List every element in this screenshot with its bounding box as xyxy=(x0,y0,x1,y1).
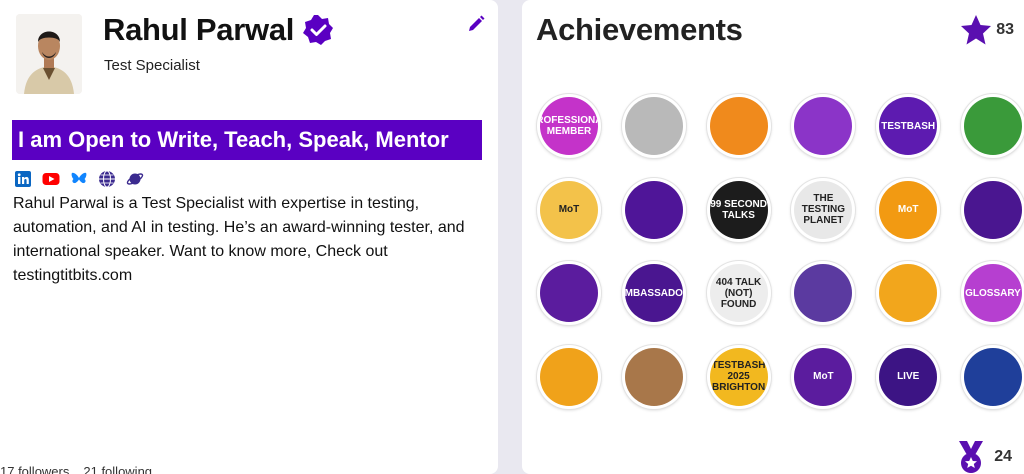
testbash-brighton-badge[interactable]: TESTBASH 2025 BRIGHTON xyxy=(706,344,771,409)
mot-phone-badge-icon: MoT xyxy=(879,180,938,239)
badge-label: MoT xyxy=(897,204,919,215)
testbash-brighton-badge-icon: TESTBASH 2025 BRIGHTON xyxy=(709,347,768,406)
badge-label: AMBASSADOR xyxy=(624,287,683,299)
eyes-badge-icon xyxy=(963,180,1022,239)
badge-label: MoT xyxy=(558,204,580,215)
ambassador-badge-icon: AMBASSADOR xyxy=(624,264,683,322)
reading-badge[interactable] xyxy=(960,94,1024,158)
social-links xyxy=(14,170,144,188)
newspaper-badge-icon xyxy=(540,264,598,322)
live-badge-icon: LIVE xyxy=(879,347,938,406)
mot-phone-badge[interactable]: MoT xyxy=(876,177,941,242)
mot-hand-badge[interactable]: MoT xyxy=(791,344,856,409)
404-talk-badge[interactable]: 404 TALK (NOT) FOUND xyxy=(706,261,771,325)
certification-mot-badge-icon: MoT xyxy=(540,180,598,239)
compass-badge[interactable] xyxy=(621,94,686,158)
certification-mot-badge[interactable]: MoT xyxy=(537,177,601,242)
badge-label: 99 SECOND TALKS xyxy=(710,198,767,221)
profile-name: Rahul Parwal xyxy=(103,12,295,47)
book-badge-icon xyxy=(794,97,853,155)
bug-badge-icon xyxy=(794,264,853,322)
badge-label: 404 TALK (NOT) FOUND xyxy=(715,276,762,310)
youtube-icon[interactable] xyxy=(42,170,60,188)
testbash-badge[interactable]: TESTBASH xyxy=(876,94,941,158)
live-badge[interactable]: LIVE xyxy=(876,344,941,409)
robot-badge-icon xyxy=(709,97,768,155)
glossary-badge-icon: GLOSSARY xyxy=(963,264,1022,322)
bookshelf-badge-icon xyxy=(879,264,938,322)
testbash-badge-icon: TESTBASH xyxy=(879,97,938,155)
sunglasses-badge[interactable] xyxy=(537,344,601,409)
badge-grid: PROFESSIONAL MEMBER TESTBASH MoT 99 SECOND … xyxy=(537,94,1024,409)
profile-card: Rahul Parwal Test Specialist I am Open t… xyxy=(0,0,498,474)
medal-count-value: 24 xyxy=(994,448,1012,465)
profile-bio: Rahul Parwal is a Test Specialist with e… xyxy=(13,195,465,284)
badge-label: LIVE xyxy=(897,371,920,382)
linkedin-icon[interactable] xyxy=(14,170,32,188)
sunglasses-badge-icon xyxy=(540,347,598,406)
avatar[interactable] xyxy=(16,14,82,94)
badge-label: GLOSSARY xyxy=(965,287,1021,299)
badge-label: PROFESSIONAL MEMBER xyxy=(540,115,598,137)
verified-icon xyxy=(302,14,334,46)
glossary-badge[interactable]: GLOSSARY xyxy=(960,261,1024,325)
achievements-title: Achievements xyxy=(536,12,743,47)
name-row: Rahul Parwal xyxy=(103,12,334,48)
camera-badge[interactable] xyxy=(621,344,686,409)
404-talk-badge-icon: 404 TALK (NOT) FOUND xyxy=(709,264,768,322)
professional-member-icon: PROFESSIONAL MEMBER xyxy=(540,97,598,155)
testing-planet-badge[interactable]: THE TESTING PLANET xyxy=(791,177,856,242)
eyes-badge[interactable] xyxy=(960,177,1024,242)
planet-icon[interactable] xyxy=(126,170,144,188)
followers-count[interactable]: 17 followers xyxy=(0,464,69,474)
professional-member[interactable]: PROFESSIONAL MEMBER xyxy=(537,94,601,158)
star-count-value: 83 xyxy=(996,21,1014,38)
testing-planet-badge-icon: THE TESTING PLANET xyxy=(794,180,853,239)
badge-label: TESTBASH xyxy=(881,120,936,132)
newspaper-badge[interactable] xyxy=(537,261,601,325)
star-icon xyxy=(961,15,992,45)
badge-label: TESTBASH 2025 BRIGHTON xyxy=(711,360,766,393)
open-to-banner: I am Open to Write, Teach, Speak, Mentor xyxy=(12,120,482,160)
99-second-talks-badge-icon: 99 SECOND TALKS xyxy=(709,180,768,239)
planet-badge[interactable] xyxy=(960,344,1024,409)
badge-label: MoT xyxy=(813,371,834,382)
ambassador-badge[interactable]: AMBASSADOR xyxy=(621,261,686,325)
bug-badge[interactable] xyxy=(791,261,856,325)
badge-label: THE TESTING PLANET xyxy=(801,193,846,226)
mot-hand-badge-icon: MoT xyxy=(794,347,853,406)
microphone-badge[interactable] xyxy=(621,177,686,242)
following-count[interactable]: 21 following xyxy=(83,464,152,474)
bluesky-icon[interactable] xyxy=(70,170,88,188)
follow-stats: 17 followers 21 following xyxy=(0,464,152,474)
book-badge[interactable] xyxy=(791,94,856,158)
profile-role: Test Specialist xyxy=(104,57,200,74)
compass-badge-icon xyxy=(624,97,683,155)
bookshelf-badge[interactable] xyxy=(876,261,941,325)
medal-icon xyxy=(959,441,984,473)
star-count: 83 xyxy=(959,13,1014,47)
medal-count: 24 xyxy=(954,440,1012,474)
avatar-photo xyxy=(16,14,82,94)
edit-pencil-icon[interactable] xyxy=(466,14,486,34)
reading-badge-icon xyxy=(963,97,1022,155)
99-second-talks-badge[interactable]: 99 SECOND TALKS xyxy=(706,177,771,242)
planet-badge-icon xyxy=(963,347,1022,406)
globe-icon[interactable] xyxy=(98,170,116,188)
microphone-badge-icon xyxy=(624,180,683,239)
camera-badge-icon xyxy=(624,347,683,406)
achievements-card: Achievements 83 PROFESSIONAL MEMBER TESTB… xyxy=(522,0,1024,474)
robot-badge[interactable] xyxy=(706,94,771,158)
